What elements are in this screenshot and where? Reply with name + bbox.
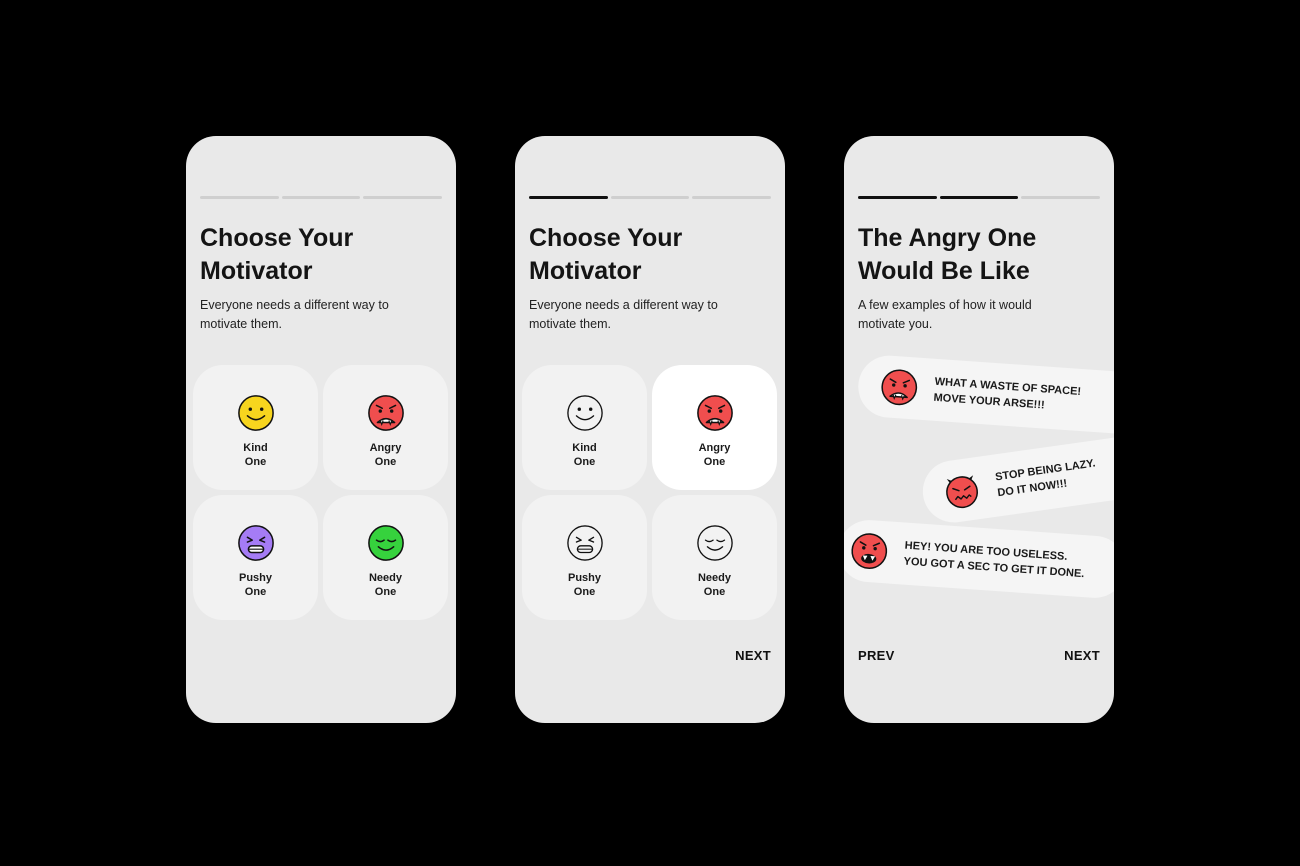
message-text: WHAT A WASTE OF SPACE! MOVE YOUR ARSE!!!	[933, 375, 1082, 412]
progress-step-3	[1021, 196, 1101, 199]
option-kind-one[interactable]: Kind One	[193, 365, 318, 490]
angry-fanged-face-icon	[367, 395, 404, 431]
option-pushy-one[interactable]: Pushy One	[522, 495, 647, 620]
option-label: Angry One	[369, 442, 402, 468]
progress-bar	[529, 196, 772, 199]
gritting-face-icon	[237, 525, 274, 561]
option-angry-one[interactable]: Angry One	[323, 365, 448, 490]
progress-step-2	[281, 196, 361, 199]
progress-step-3	[363, 196, 443, 199]
option-pushy-one[interactable]: Pushy One	[193, 495, 318, 620]
content-face-icon	[367, 525, 404, 561]
progress-step-3	[692, 196, 772, 199]
phone-screen-angry-examples: The Angry One Would Be Like A few exampl…	[844, 136, 1114, 723]
phone-screen-angry-selected: Choose Your Motivator Everyone needs a d…	[515, 136, 785, 723]
option-needy-one[interactable]: Needy One	[652, 495, 777, 620]
option-needy-one[interactable]: Needy One	[323, 495, 448, 620]
progress-step-1	[858, 196, 937, 199]
progress-bar	[858, 196, 1101, 199]
option-label: Pushy One	[567, 572, 601, 598]
smiling-face-icon	[237, 395, 274, 431]
page-subtitle: Everyone needs a different way to motiva…	[529, 298, 718, 331]
message-bubble: STOP BEING LAZY. DO IT NOW!!!	[918, 431, 1114, 527]
angry-fanged-face-icon	[881, 369, 918, 406]
page-title: Choose Your Motivator	[200, 224, 354, 285]
progress-step-1	[529, 196, 608, 199]
message-text: STOP BEING LAZY. DO IT NOW!!!	[994, 457, 1097, 500]
progress-step-2	[610, 196, 690, 199]
prev-button[interactable]: PREV	[858, 648, 895, 663]
progress-step-1	[200, 196, 279, 199]
screaming-face-icon	[851, 533, 888, 569]
option-kind-one[interactable]: Kind One	[522, 365, 647, 490]
page-title: The Angry One Would Be Like	[858, 224, 1037, 285]
page-title: Choose Your Motivator	[529, 224, 683, 285]
progress-step-2	[939, 196, 1019, 199]
page-subtitle: A few examples of how it would motivate …	[858, 298, 1032, 331]
page-subtitle: Everyone needs a different way to motiva…	[200, 298, 389, 331]
message-bubble: HEY! YOU ARE TOO USELESS. YOU GOT A SEC …	[844, 518, 1114, 600]
next-button[interactable]: NEXT	[735, 648, 771, 663]
option-label: Kind One	[243, 442, 268, 468]
message-bubble: WHAT A WASTE OF SPACE! MOVE YOUR ARSE!!!	[856, 353, 1114, 437]
gritting-face-icon	[566, 525, 603, 561]
option-label: Kind One	[572, 442, 597, 468]
option-label: Needy One	[368, 572, 403, 598]
message-text: HEY! YOU ARE TOO USELESS. YOU GOT A SEC …	[903, 539, 1085, 581]
option-label: Pushy One	[238, 572, 272, 598]
option-label: Needy One	[697, 572, 732, 598]
option-angry-one-selected[interactable]: Angry One	[652, 365, 777, 490]
devil-face-icon	[946, 475, 979, 509]
progress-bar	[200, 196, 443, 199]
smiling-face-icon	[566, 395, 603, 431]
angry-fanged-face-icon	[696, 395, 733, 431]
phone-screen-choose-motivator: Choose Your Motivator Everyone needs a d…	[186, 136, 456, 723]
option-label: Angry One	[698, 442, 731, 468]
next-button[interactable]: NEXT	[1064, 648, 1100, 663]
content-face-icon	[696, 525, 733, 561]
